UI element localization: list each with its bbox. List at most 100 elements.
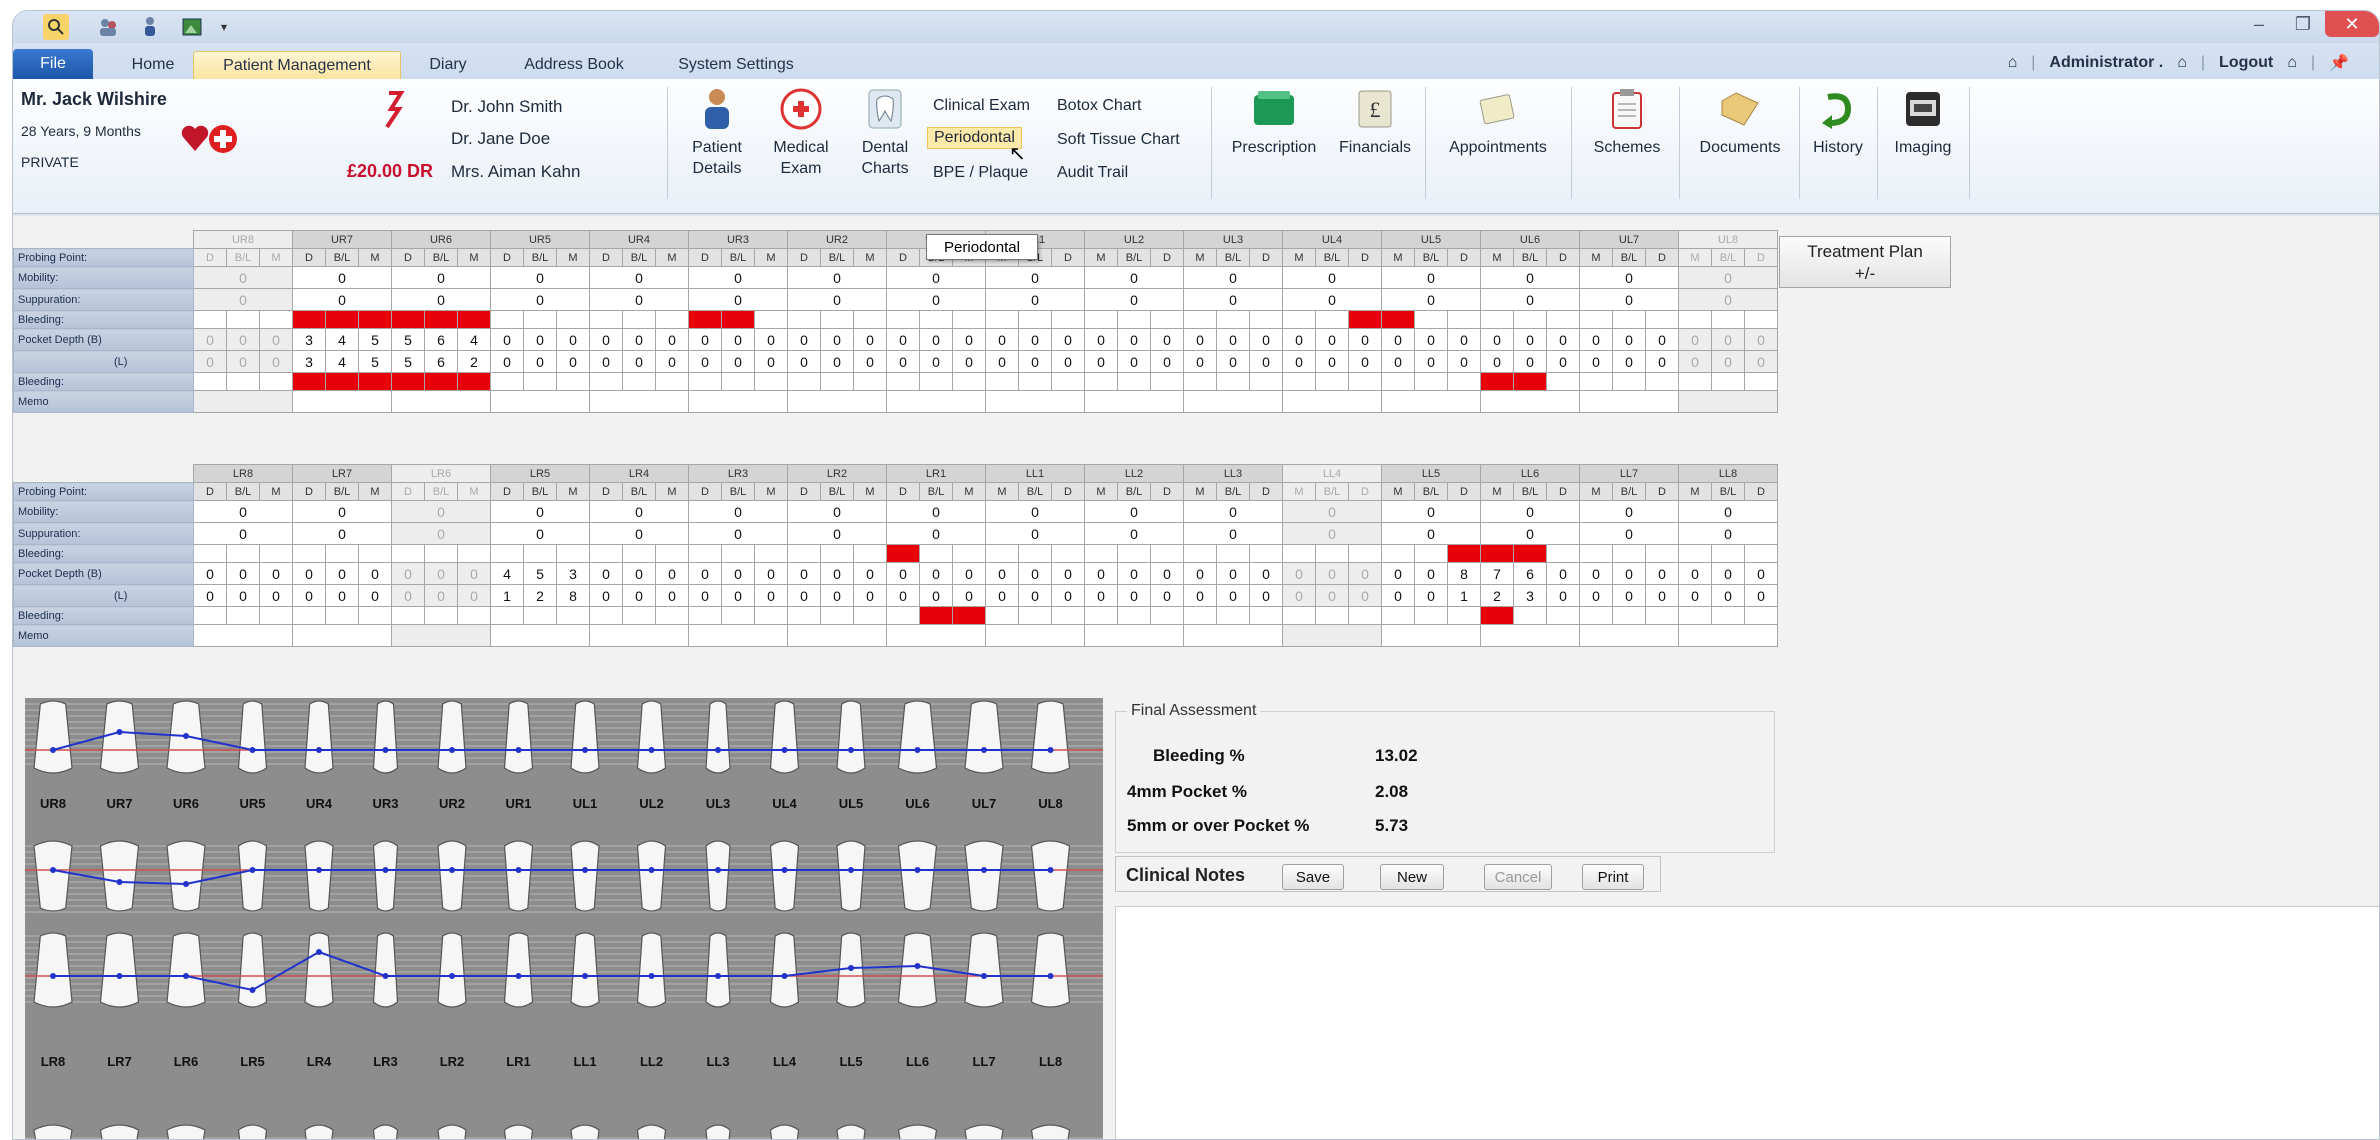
pocket-depth-cell[interactable]: 5 [391, 350, 425, 373]
bleeding-cell[interactable] [1447, 310, 1481, 329]
bleeding-cell[interactable] [886, 544, 920, 563]
bleeding-cell[interactable] [1744, 372, 1778, 391]
bleeding-cell[interactable] [1117, 544, 1151, 563]
bleeding-cell[interactable] [1447, 606, 1481, 625]
pocket-depth-cell[interactable]: 0 [1645, 328, 1679, 351]
pocket-depth-cell[interactable]: 0 [919, 328, 953, 351]
bleeding-cell[interactable] [1546, 606, 1580, 625]
suppuration-cell[interactable]: 0 [1579, 288, 1679, 311]
bleeding-cell[interactable] [853, 372, 887, 391]
suppuration-cell[interactable]: 0 [589, 288, 689, 311]
bleeding-cell[interactable] [655, 372, 689, 391]
pocket-depth-cell[interactable]: 0 [1051, 328, 1085, 351]
bleeding-cell[interactable] [886, 606, 920, 625]
pocket-depth-cell[interactable]: 0 [919, 562, 953, 585]
mobility-cell[interactable]: 0 [292, 266, 392, 289]
tooth-shape[interactable] [897, 700, 938, 774]
botox-chart-link[interactable]: Botox Chart [1057, 97, 1141, 115]
pocket-depth-cell[interactable]: 0 [1150, 584, 1184, 607]
suppuration-cell[interactable]: 0 [1084, 522, 1184, 545]
mobility-cell[interactable]: 0 [985, 266, 1085, 289]
home-icon[interactable]: ⌂ [2287, 54, 2297, 72]
tooth-header[interactable]: LR2 [787, 464, 887, 483]
bleeding-cell[interactable] [1513, 372, 1547, 391]
bleeding-cell[interactable] [1216, 310, 1250, 329]
pocket-depth-cell[interactable]: 0 [1216, 562, 1250, 585]
pin-icon[interactable]: 📌 [2329, 53, 2349, 73]
suppuration-cell[interactable]: 0 [292, 522, 392, 545]
bleeding-cell[interactable] [1711, 310, 1745, 329]
pocket-depth-cell[interactable]: 6 [424, 350, 458, 373]
bleeding-cell[interactable] [1381, 606, 1415, 625]
bleeding-cell[interactable] [1150, 606, 1184, 625]
bleeding-cell[interactable] [424, 606, 458, 625]
tooth-header[interactable]: LL2 [1084, 464, 1184, 483]
memo-cell[interactable] [1084, 624, 1184, 647]
bleeding-cell[interactable] [1612, 544, 1646, 563]
bleeding-cell[interactable] [1744, 606, 1778, 625]
bleeding-cell[interactable] [1381, 310, 1415, 329]
tooth-shape[interactable] [503, 932, 534, 1008]
bleeding-cell[interactable] [1579, 544, 1613, 563]
bleeding-cell[interactable] [1612, 606, 1646, 625]
bleeding-cell[interactable] [1084, 372, 1118, 391]
bleeding-cell[interactable] [1645, 310, 1679, 329]
memo-cell[interactable] [292, 390, 392, 413]
memo-cell[interactable] [1381, 390, 1481, 413]
pocket-depth-cell[interactable]: 1 [490, 584, 524, 607]
bleeding-cell[interactable] [1150, 310, 1184, 329]
pocket-depth-cell[interactable]: 0 [886, 584, 920, 607]
pocket-depth-cell[interactable]: 0 [1711, 584, 1745, 607]
bleeding-cell[interactable] [1579, 372, 1613, 391]
tooth-header[interactable]: LR7 [292, 464, 392, 483]
pocket-depth-cell[interactable]: 0 [1282, 562, 1316, 585]
logout-link[interactable]: Logout [2219, 54, 2273, 72]
mobility-cell[interactable]: 0 [589, 500, 689, 523]
search-icon[interactable] [43, 14, 69, 40]
tooth-shape[interactable] [769, 840, 800, 912]
tooth-shape[interactable] [372, 840, 399, 912]
memo-cell[interactable] [1183, 624, 1283, 647]
pocket-depth-cell[interactable]: 0 [556, 328, 590, 351]
pocket-depth-cell[interactable]: 0 [820, 562, 854, 585]
bleeding-cell[interactable] [886, 310, 920, 329]
documents-button[interactable]: Documents [1685, 87, 1795, 158]
bleeding-cell[interactable] [1513, 310, 1547, 329]
tooth-shape[interactable] [437, 700, 467, 774]
bleeding-cell[interactable] [655, 544, 689, 563]
tooth-shape[interactable] [1030, 700, 1071, 774]
tooth-shape[interactable] [769, 1124, 800, 1140]
memo-cell[interactable] [391, 390, 491, 413]
bleeding-cell[interactable] [1612, 310, 1646, 329]
tooth-header[interactable]: UL2 [1084, 230, 1184, 249]
treatment-plan-button[interactable]: Treatment Plan +/- [1779, 236, 1951, 288]
suppuration-cell[interactable]: 0 [1480, 288, 1580, 311]
memo-cell[interactable] [688, 624, 788, 647]
pocket-depth-cell[interactable]: 4 [325, 350, 359, 373]
bleeding-cell[interactable] [985, 606, 1019, 625]
suppuration-cell[interactable]: 0 [1579, 522, 1679, 545]
bleeding-cell[interactable] [325, 372, 359, 391]
bleeding-cell[interactable] [1018, 606, 1052, 625]
bleeding-cell[interactable] [523, 544, 557, 563]
clinical-exam-link[interactable]: Clinical Exam [933, 97, 1030, 115]
suppuration-cell[interactable]: 0 [1084, 288, 1184, 311]
bleeding-cell[interactable] [1315, 310, 1349, 329]
memo-cell[interactable] [589, 390, 689, 413]
bpe-plaque-link[interactable]: BPE / Plaque [933, 164, 1028, 182]
bleeding-cell[interactable] [853, 310, 887, 329]
pocket-depth-cell[interactable]: 0 [226, 350, 260, 373]
pocket-depth-cell[interactable]: 0 [226, 562, 260, 585]
pocket-depth-cell[interactable]: 2 [1480, 584, 1514, 607]
pocket-depth-cell[interactable]: 0 [688, 328, 722, 351]
bleeding-cell[interactable] [457, 372, 491, 391]
memo-cell[interactable] [1678, 390, 1778, 413]
pocket-depth-cell[interactable]: 0 [1678, 562, 1712, 585]
pocket-depth-cell[interactable]: 0 [688, 562, 722, 585]
pocket-depth-cell[interactable]: 3 [292, 350, 326, 373]
tooth-header[interactable]: UL6 [1480, 230, 1580, 249]
suppuration-cell[interactable]: 0 [589, 522, 689, 545]
print-button[interactable]: Print [1582, 864, 1644, 890]
bleeding-cell[interactable] [622, 606, 656, 625]
clinical-notes-textarea[interactable] [1115, 906, 2379, 1139]
